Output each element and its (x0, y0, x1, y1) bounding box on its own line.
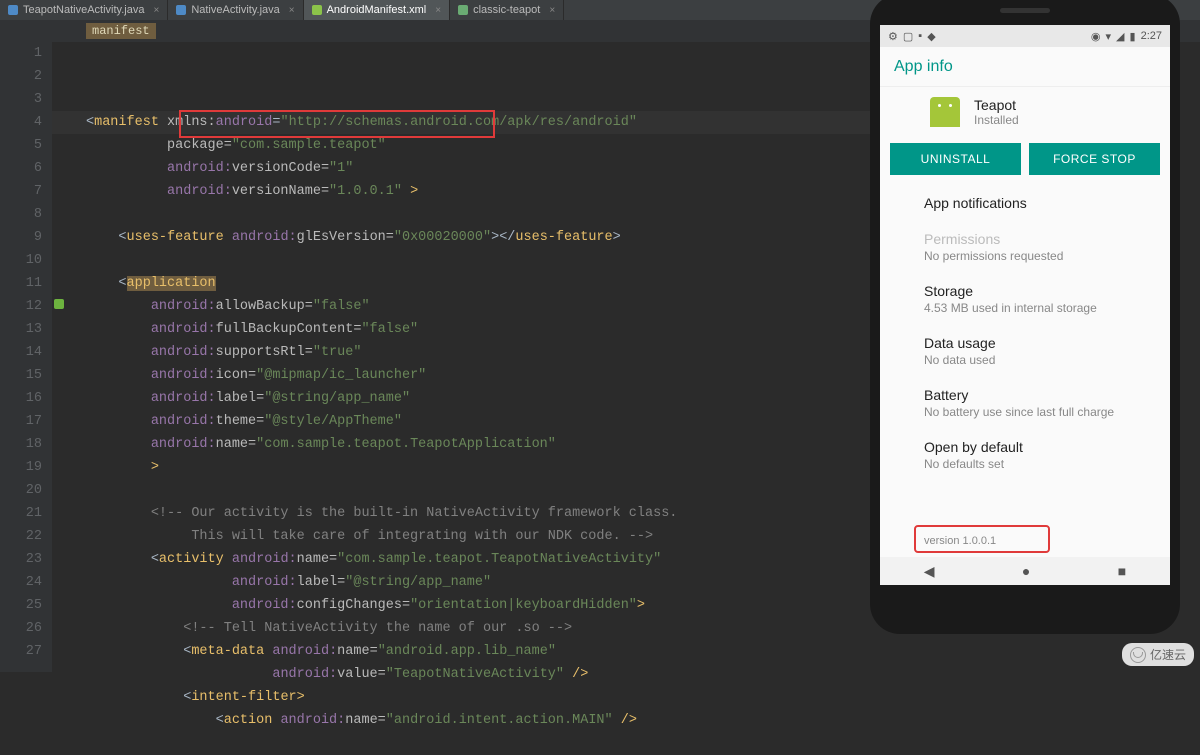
tab-label: AndroidManifest.xml (327, 4, 427, 16)
square-icon: ▢ (903, 30, 913, 43)
location-icon: ◉ (1091, 30, 1101, 43)
android-icon: ◆ (927, 30, 935, 43)
settings-row-storage[interactable]: Storage 4.53 MB used in internal storage (880, 273, 1170, 325)
nav-home-icon[interactable]: ● (1022, 563, 1030, 579)
tab-classic-teapot[interactable]: classic-teapot × (450, 0, 564, 20)
xml-file-icon (312, 5, 322, 15)
cloud-icon (1130, 647, 1146, 663)
line-gutter: 1 2 3 4 5 6 7 8 9 10 11 12 13 14 15 16 1… (0, 42, 52, 672)
close-icon[interactable]: × (153, 5, 159, 16)
settings-row-battery[interactable]: Battery No battery use since last full c… (880, 377, 1170, 429)
tab-label: TeapotNativeActivity.java (23, 4, 144, 16)
app-icon: ▪ (918, 30, 922, 42)
device-mockup: ⚙ ▢ ▪ ◆ ◉ ▾ ◢ ▮ 2:27 App info Teapot Ins… (870, 0, 1180, 634)
tab-teapot-native-activity[interactable]: TeapotNativeActivity.java × (0, 0, 168, 20)
settings-row-open-default[interactable]: Open by default No defaults set (880, 429, 1170, 481)
nav-recent-icon[interactable]: ■ (1118, 563, 1126, 579)
tab-label: NativeActivity.java (191, 4, 279, 16)
watermark: 亿速云 (1122, 643, 1194, 666)
tab-native-activity[interactable]: NativeActivity.java × (168, 0, 303, 20)
tab-label: classic-teapot (473, 4, 540, 16)
nav-back-icon[interactable]: ◀ (924, 563, 935, 580)
status-bar: ⚙ ▢ ▪ ◆ ◉ ▾ ◢ ▮ 2:27 (880, 25, 1170, 47)
settings-row-notifications[interactable]: App notifications (880, 185, 1170, 221)
app-bar: App info (880, 47, 1170, 87)
settings-list: App notifications Permissions No permiss… (880, 181, 1170, 485)
wifi-icon: ▾ (1106, 30, 1112, 43)
java-file-icon (176, 5, 186, 15)
android-app-icon (930, 97, 960, 127)
app-header: Teapot Installed (880, 87, 1170, 137)
app-bar-title: App info (894, 58, 953, 76)
app-name: Teapot (974, 97, 1019, 113)
java-file-icon (8, 5, 18, 15)
version-text: version 1.0.0.1 (924, 535, 996, 547)
app-install-status: Installed (974, 113, 1019, 127)
battery-icon: ▮ (1130, 30, 1136, 43)
code-content[interactable]: <manifest xmlns:android="http://schemas.… (52, 42, 677, 672)
close-icon[interactable]: × (289, 5, 295, 16)
watermark-text: 亿速云 (1150, 646, 1186, 663)
gutter-android-icon (54, 299, 64, 309)
close-icon[interactable]: × (549, 5, 555, 16)
breadcrumb-item[interactable]: manifest (86, 23, 156, 39)
android-navbar: ◀ ● ■ (880, 557, 1170, 585)
phone-speaker (1000, 8, 1050, 13)
action-buttons: UNINSTALL FORCE STOP (880, 137, 1170, 181)
text-file-icon (458, 5, 468, 15)
force-stop-button[interactable]: FORCE STOP (1029, 143, 1160, 175)
gear-icon: ⚙ (888, 30, 898, 43)
settings-row-permissions[interactable]: Permissions No permissions requested (880, 221, 1170, 273)
close-icon[interactable]: × (435, 5, 441, 16)
clock: 2:27 (1141, 30, 1162, 42)
phone-screen: ⚙ ▢ ▪ ◆ ◉ ▾ ◢ ▮ 2:27 App info Teapot Ins… (880, 25, 1170, 585)
tab-android-manifest[interactable]: AndroidManifest.xml × (304, 0, 451, 20)
settings-row-data-usage[interactable]: Data usage No data used (880, 325, 1170, 377)
uninstall-button[interactable]: UNINSTALL (890, 143, 1021, 175)
signal-icon: ◢ (1116, 30, 1124, 43)
